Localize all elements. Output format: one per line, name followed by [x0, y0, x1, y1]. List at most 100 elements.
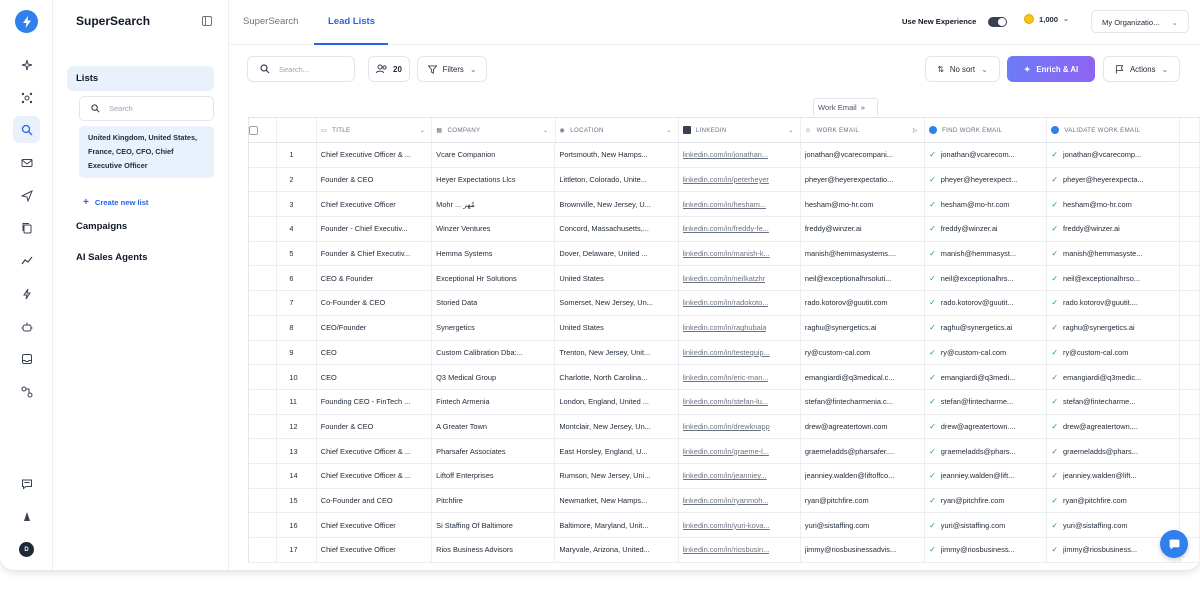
cell-title-text[interactable]: CEO/Founder — [321, 323, 367, 332]
cell-location-text[interactable]: Littleton, Colorado, Unite... — [559, 175, 647, 184]
cell-linkedin[interactable]: linkedin.com/in/eric-man... — [679, 365, 801, 389]
cell-company[interactable]: Si Staffing Of Baltimore — [432, 513, 556, 537]
cell-location-text[interactable]: Baltimore, Maryland, Unit... — [559, 521, 648, 530]
cell-company-text[interactable]: Custom Calibration Dba:... — [436, 348, 523, 357]
cell-company[interactable]: Fintech Armenia — [432, 389, 556, 414]
cell-validate-work-email[interactable]: ✓ yuri@sistaffing.com — [1047, 513, 1181, 537]
cell-linkedin-text[interactable]: linkedin.com/in/raghubala — [683, 323, 767, 332]
cell-work-email-text[interactable]: emangiardi@q3medical.c... — [805, 373, 895, 382]
cell-validate-work-email[interactable]: ✓ pheyer@heyerexpecta... — [1047, 167, 1181, 192]
cell-work-email-text[interactable]: jimmy@riosbusinessadvis... — [805, 545, 896, 554]
row-checkbox[interactable] — [249, 167, 278, 192]
chevron-down-icon[interactable]: ⌄ — [420, 127, 426, 134]
rocket-icon[interactable] — [13, 503, 40, 530]
inbox-icon[interactable] — [13, 345, 40, 372]
cell-title[interactable]: Founding CEO - FinTech ... — [317, 389, 433, 414]
cell-location-text[interactable]: Trenton, New Jersey, Unit... — [559, 348, 650, 357]
cell-find-work-email[interactable]: ✓ rado.kotorov@guutit... — [925, 291, 1048, 315]
table-row[interactable]: 4 Founder - Chief Executiv... Winzer Ventu… — [249, 217, 1200, 242]
cell-work-email[interactable]: ryan@pitchfire.com — [801, 488, 926, 513]
row-checkbox[interactable] — [249, 340, 278, 365]
cell-location-text[interactable]: Portsmouth, New Hamps... — [559, 150, 647, 159]
copy-icon[interactable] — [13, 214, 40, 241]
cell-linkedin[interactable]: linkedin.com/in/drewknapp — [679, 414, 801, 439]
cell-title[interactable]: Chief Executive Officer & ... — [317, 439, 433, 463]
cell-location-text[interactable]: Charlotte, North Carolina... — [559, 373, 647, 382]
cell-work-email-text[interactable]: drew@agreatertown.com — [805, 422, 888, 431]
cell-location[interactable]: United States — [555, 266, 679, 291]
new-experience-toggle[interactable] — [988, 17, 1007, 27]
cell-find-work-email[interactable]: ✓ freddy@winzer.ai — [925, 217, 1048, 241]
cell-work-email[interactable]: emangiardi@q3medical.c... — [801, 365, 926, 389]
cell-find-work-email[interactable]: ✓ jimmy@riosbusiness... — [925, 538, 1048, 562]
cell-company-text[interactable]: Winzer Ventures — [436, 224, 490, 233]
cell-location[interactable]: Trenton, New Jersey, Unit... — [555, 340, 679, 365]
cell-company[interactable]: Winzer Ventures — [432, 217, 556, 241]
cell-validate-work-email[interactable]: ✓ freddy@winzer.ai — [1047, 217, 1181, 241]
cell-work-email[interactable]: graemeladds@pharsafer.... — [801, 439, 926, 463]
column-header-linkedin[interactable]: LINKEDIN ⌄ — [679, 118, 801, 142]
cell-company-text[interactable]: A Greater Town — [436, 422, 487, 431]
lead-count-button[interactable]: 20 — [368, 56, 410, 82]
cell-find-work-email[interactable]: ✓ yuri@sistaffing.com — [925, 513, 1048, 537]
organization-select[interactable]: My Organizatio... ⌄ — [1091, 10, 1189, 33]
cell-location-text[interactable]: Maryvale, Arizona, United... — [559, 545, 649, 554]
table-row[interactable]: 8 CEO/Founder Synergetics United States link… — [249, 315, 1200, 341]
cell-title-text[interactable]: Chief Executive Officer & ... — [321, 471, 411, 480]
cell-find-work-email[interactable]: ✓ manish@hemmasyst... — [925, 241, 1048, 266]
table-row[interactable]: 2 Founder & CEO Heyer Expectations Llcs Lit… — [249, 167, 1200, 193]
cell-linkedin[interactable]: linkedin.com/in/testequip... — [679, 340, 801, 365]
cell-title[interactable]: Chief Executive Officer & ... — [317, 463, 433, 488]
cell-linkedin[interactable]: linkedin.com/in/yuri-kova... — [679, 513, 801, 537]
credits-display[interactable]: 1,000 ⌄ — [1024, 14, 1069, 24]
cell-work-email-text[interactable]: freddy@winzer.ai — [805, 224, 862, 233]
cell-work-email[interactable]: manish@hemmasystems.... — [801, 241, 926, 266]
cell-validate-work-email[interactable]: ✓ ry@custom-cal.com — [1047, 340, 1181, 365]
cell-title-text[interactable]: CEO — [321, 348, 337, 357]
select-all-checkbox[interactable] — [249, 118, 278, 142]
cell-work-email-text[interactable]: jeanniey.walden@liftoffco... — [805, 471, 894, 480]
chevron-down-icon[interactable]: ⌄ — [543, 127, 549, 134]
row-checkbox[interactable] — [249, 143, 278, 167]
table-row[interactable]: 9 CEO Custom Calibration Dba:... Trenton, N… — [249, 340, 1200, 366]
table-row[interactable]: 16 Chief Executive Officer Si Staffing Of … — [249, 513, 1200, 538]
cell-work-email[interactable]: pheyer@heyerexpectatio... — [801, 167, 926, 192]
cell-title[interactable]: CEO — [317, 340, 433, 365]
cell-company-text[interactable]: Heyer Expectations Llcs — [436, 175, 515, 184]
integrations-icon[interactable] — [13, 84, 40, 111]
cell-linkedin[interactable]: linkedin.com/in/hesham... — [679, 192, 801, 217]
feedback-icon[interactable] — [13, 470, 40, 497]
workflow-icon[interactable] — [13, 378, 40, 405]
nav-campaigns[interactable]: Campaigns — [76, 221, 127, 232]
cell-title-text[interactable]: Chief Executive Officer & ... — [321, 150, 411, 159]
cell-location-text[interactable]: Brownville, New Jersey, U... — [559, 200, 650, 209]
work-email-group-chip[interactable]: Work Email » — [813, 98, 878, 116]
cell-title[interactable]: Chief Executive Officer — [317, 192, 433, 217]
column-header-find-work-email[interactable]: FIND WORK EMAIL — [925, 118, 1048, 142]
cell-find-work-email[interactable]: ✓ jeanniey.walden@lift... — [925, 463, 1048, 488]
cell-work-email[interactable]: jonathan@vcarecompani... — [801, 143, 926, 167]
cell-title-text[interactable]: CEO & Founder — [321, 274, 374, 283]
cell-work-email-text[interactable]: jonathan@vcarecompani... — [805, 150, 893, 159]
row-checkbox[interactable] — [249, 365, 278, 389]
table-row[interactable]: 15 Co-Founder and CEO Pitchfire Newmarket, … — [249, 488, 1200, 514]
tab-lead-lists[interactable]: Lead Lists — [328, 16, 375, 27]
row-checkbox[interactable] — [249, 241, 278, 266]
cell-location[interactable]: Charlotte, North Carolina... — [555, 365, 679, 389]
cell-title-text[interactable]: Founding CEO - FinTech ... — [321, 397, 411, 406]
saved-list-item[interactable]: United Kingdom, United States, France, C… — [79, 126, 214, 178]
cell-find-work-email[interactable]: ✓ jonathan@vcarecom... — [925, 143, 1048, 167]
enrich-ai-button[interactable]: ✦ Enrich & AI — [1007, 56, 1095, 82]
cell-location[interactable]: Dover, Delaware, United ... — [555, 241, 679, 266]
cell-company-text[interactable]: Vcare Companion — [436, 150, 495, 159]
cell-company-text[interactable]: Q3 Medical Group — [436, 373, 496, 382]
cell-title[interactable]: Founder - Chief Executiv... — [317, 217, 433, 241]
cell-title-text[interactable]: Co-Founder and CEO — [321, 496, 393, 505]
cell-work-email-text[interactable]: pheyer@heyerexpectatio... — [805, 175, 893, 184]
cell-linkedin-text[interactable]: linkedin.com/in/ryanmoh... — [683, 496, 769, 505]
row-checkbox[interactable] — [249, 513, 278, 537]
cell-linkedin-text[interactable]: linkedin.com/in/yuri-kova... — [683, 521, 770, 530]
cell-title[interactable]: Chief Executive Officer & ... — [317, 143, 433, 167]
cell-company[interactable]: Mohr ... مُهر — [432, 192, 556, 217]
cell-work-email[interactable]: stefan@fintecharmenia.c... — [801, 389, 926, 414]
